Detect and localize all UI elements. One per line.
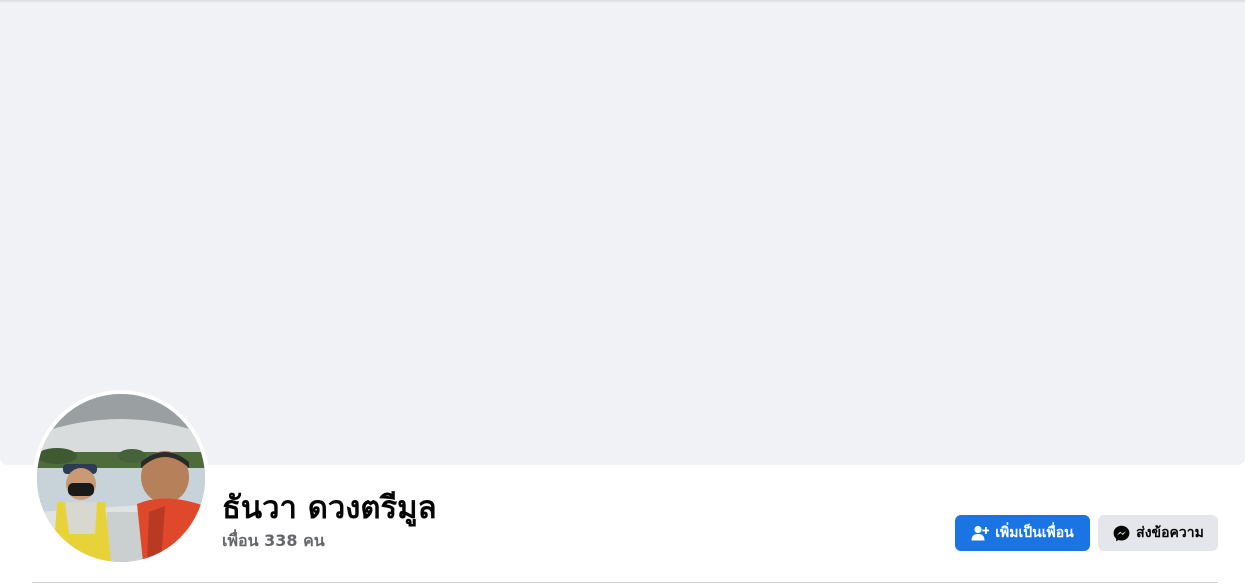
profile-divider <box>32 582 1218 583</box>
add-friend-button[interactable]: เพิ่มเป็นเพื่อน <box>955 515 1090 551</box>
person-plus-icon <box>971 524 990 542</box>
send-message-button[interactable]: ส่งข้อความ <box>1098 515 1218 551</box>
profile-picture[interactable] <box>33 390 209 566</box>
messenger-icon <box>1112 524 1130 542</box>
send-message-label: ส่งข้อความ <box>1136 525 1204 541</box>
profile-picture-image <box>37 394 205 562</box>
cover-photo[interactable] <box>0 3 1245 465</box>
profile-name: ธันวา ดวงตรีมูล <box>222 490 437 526</box>
friend-count[interactable]: เพื่อน 338 คน <box>222 531 325 551</box>
add-friend-label: เพิ่มเป็นเพื่อน <box>995 525 1074 541</box>
profile-page: ธันวา ดวงตรีมูล เพื่อน 338 คน เพิ่มเป็นเ… <box>0 0 1245 584</box>
